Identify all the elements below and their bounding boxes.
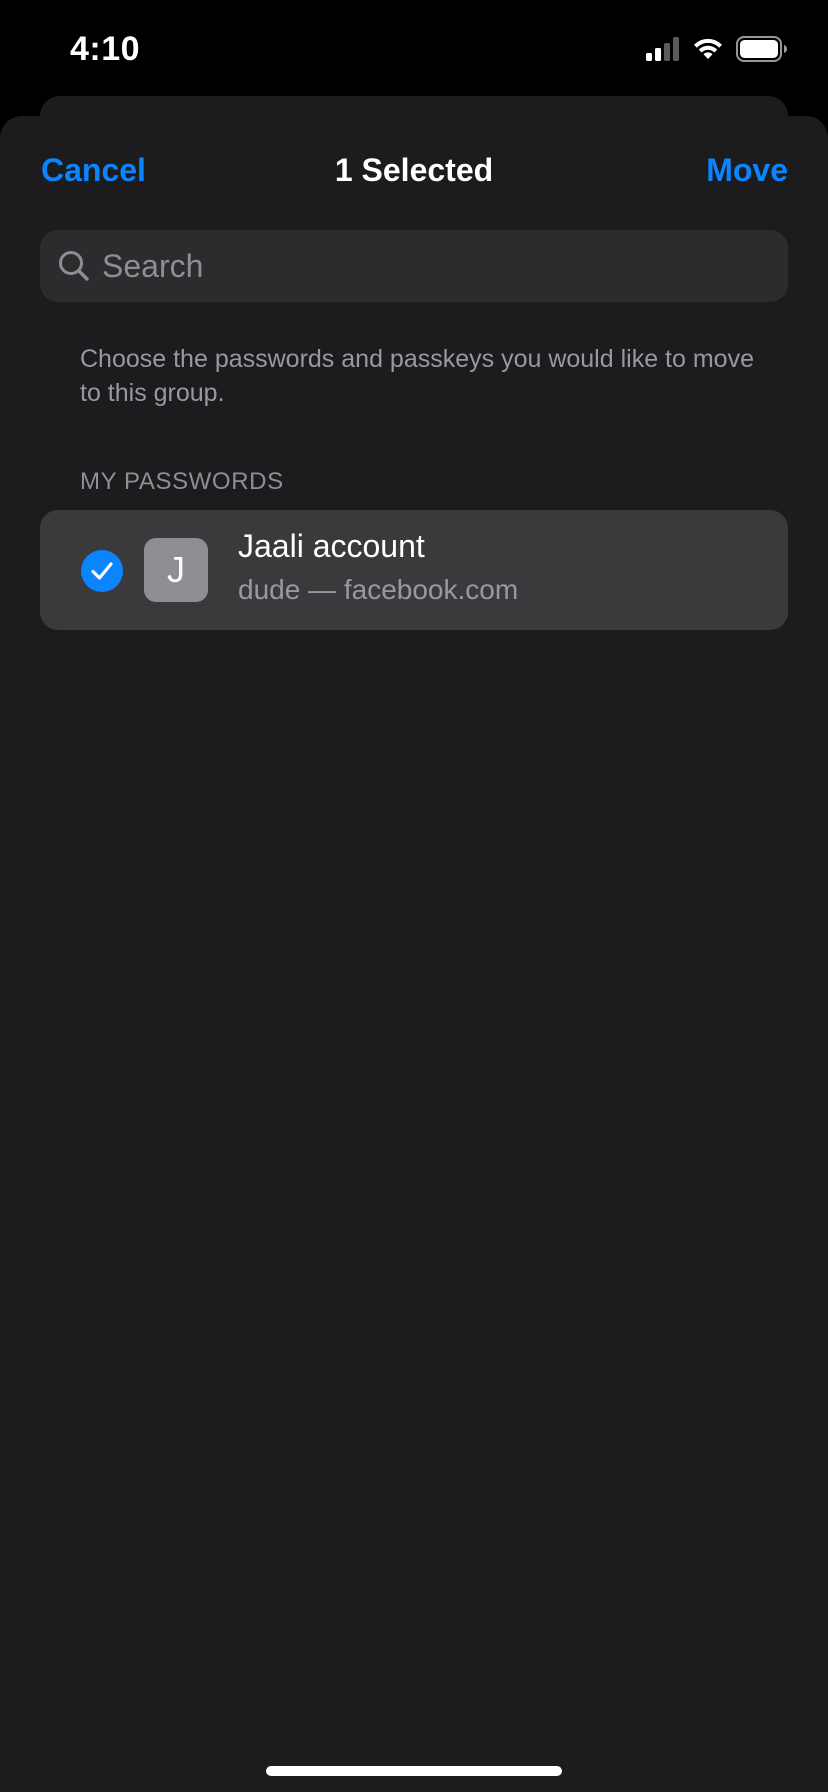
account-avatar: J xyxy=(144,538,208,602)
password-item-title: Jaali account xyxy=(238,528,425,564)
password-item-subtitle: dude — facebook.com xyxy=(238,574,519,605)
selected-checkmark-icon[interactable] xyxy=(81,550,123,592)
search-icon xyxy=(59,251,89,281)
navigation-bar: Cancel 1 Selected Move xyxy=(0,116,828,226)
battery-icon xyxy=(736,36,787,62)
status-icons xyxy=(646,34,788,64)
home-indicator[interactable] xyxy=(266,1766,562,1776)
search-bar[interactable] xyxy=(40,230,788,302)
wifi-icon xyxy=(694,38,722,59)
page-title: 1 Selected xyxy=(334,152,494,188)
move-button[interactable]: Move xyxy=(706,152,788,189)
password-list-item[interactable]: J Jaali account dude — facebook.com xyxy=(40,510,788,630)
screen: 4:10 Cancel 1 Selected Move Search Choos… xyxy=(0,0,828,1792)
status-time: 4:10 xyxy=(70,30,141,68)
section-header-my-passwords: MY PASSWORDS xyxy=(80,468,284,495)
cellular-signal-icon xyxy=(646,37,679,61)
instruction-text: Choose the passwords and passkeys you wo… xyxy=(80,345,754,407)
move-passwords-sheet: Cancel 1 Selected Move Choose the passwo… xyxy=(0,116,828,1792)
status-bar: 4:10 xyxy=(0,0,828,100)
search-input[interactable] xyxy=(102,230,772,302)
